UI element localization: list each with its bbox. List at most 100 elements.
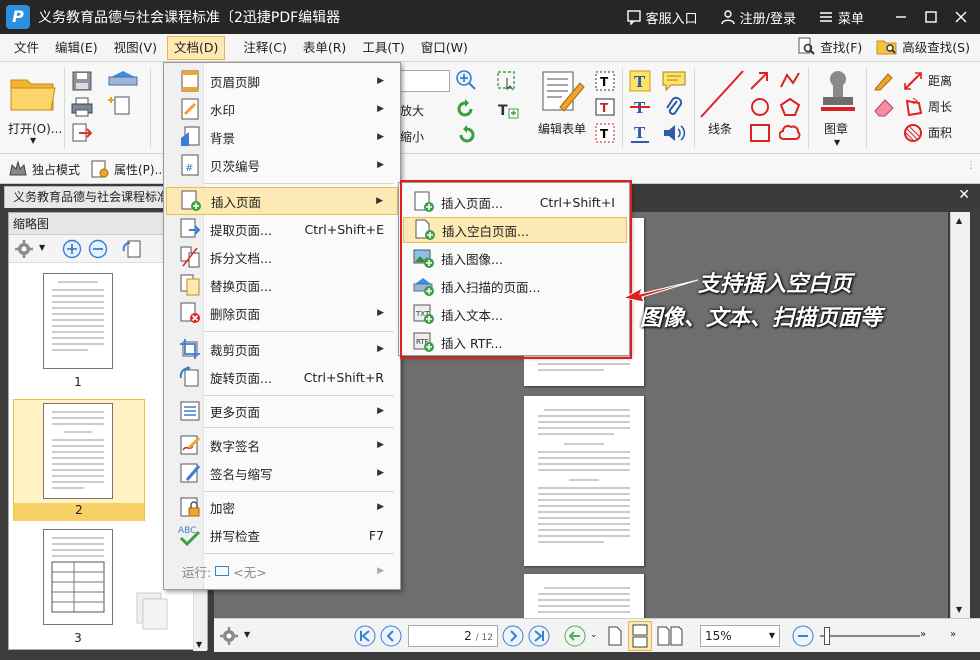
perimeter-label[interactable]: 周长 (928, 98, 952, 115)
thumb-zoom-out-icon[interactable] (87, 238, 109, 260)
continuous-view-button[interactable] (628, 621, 652, 651)
menu-watermark[interactable]: 水印 ▶ (166, 95, 398, 123)
thumbnail-options-icon[interactable] (13, 239, 35, 259)
single-page-view-button[interactable] (606, 625, 624, 647)
zoom-level-select[interactable]: 15% ▼ (700, 625, 780, 647)
menu-insert-pages[interactable]: 插入页面 ▶ (166, 187, 398, 215)
status-overflow-icon[interactable]: » (920, 629, 926, 640)
menu-crop-pages[interactable]: 裁剪页面 ▶ (166, 335, 398, 363)
polygon-tool[interactable] (778, 96, 802, 118)
arrow-tool[interactable] (748, 70, 772, 92)
page-number-input[interactable]: 2 / 12 (408, 625, 498, 647)
thumbnail-page-1[interactable] (43, 273, 113, 369)
maximize-button[interactable] (916, 0, 946, 34)
open-dropdown-icon[interactable]: ▼ (30, 136, 36, 145)
menu-rotate-pages[interactable]: 旋转页面... Ctrl+Shift+R (166, 363, 398, 391)
minimize-button[interactable] (886, 0, 916, 34)
customer-service-button[interactable]: 客服入口 (626, 8, 698, 27)
status-options-dropdown-icon[interactable]: ▼ (244, 630, 250, 639)
first-page-button[interactable] (354, 625, 376, 647)
ellipse-tool[interactable] (748, 96, 772, 118)
perimeter-tool-icon[interactable] (902, 96, 924, 118)
zoom-slider-handle[interactable] (824, 627, 830, 645)
distance-tool-icon[interactable] (902, 70, 924, 92)
advanced-find-button[interactable]: 高级查找(S) (876, 36, 970, 56)
area-tool-icon[interactable] (902, 122, 924, 144)
stamp-dropdown-icon[interactable]: ▼ (834, 138, 840, 147)
menu-comment[interactable]: 注释(C) (237, 36, 292, 60)
save-button[interactable] (70, 70, 94, 92)
document-tab[interactable]: 义务教育品德与社会课程标准 (4, 186, 179, 208)
sound-tool[interactable] (660, 122, 688, 144)
menu-file[interactable]: 文件 (8, 36, 45, 60)
zoom-in-label[interactable]: 放大 (400, 102, 424, 119)
menu-sign-initials[interactable]: 签名与缩写 ▶ (166, 459, 398, 487)
lines-label[interactable]: 线条 (708, 120, 732, 137)
export-button[interactable] (70, 122, 100, 144)
thumbnail-page-3[interactable] (43, 529, 113, 625)
properties-button[interactable]: 属性(P)... (114, 161, 166, 178)
typewriter-tool[interactable]: T (628, 70, 652, 92)
main-menu-button[interactable]: 菜单 (818, 8, 864, 27)
menu-delete-pages[interactable]: 删除页面 ▶ (166, 299, 398, 327)
edit-form-button[interactable] (538, 68, 588, 114)
menu-background[interactable]: 背景 ▶ (166, 123, 398, 151)
exclusive-mode-button[interactable]: 独占模式 (32, 161, 80, 178)
cloud-tool[interactable] (778, 122, 802, 144)
menu-more-pages[interactable]: 更多页面 ▶ (166, 397, 398, 425)
menu-header-footer[interactable]: 页眉页脚 ▶ (166, 67, 398, 95)
thumb-rotate-icon[interactable] (121, 238, 145, 260)
status-overflow-icon[interactable]: » (950, 629, 956, 640)
pencil-tool[interactable] (778, 70, 802, 92)
login-button[interactable]: 注册/登录 (720, 8, 796, 27)
scroll-up-icon[interactable]: ▲ (956, 216, 962, 225)
menu-encrypt[interactable]: 加密 ▶ (166, 493, 398, 521)
scan-button[interactable] (106, 68, 142, 90)
zoom-out-label[interactable]: 缩小 (400, 128, 424, 145)
rotate-right-button[interactable] (454, 124, 478, 146)
menu-view[interactable]: 视图(V) (108, 36, 163, 60)
new-doc-button[interactable] (106, 94, 142, 116)
status-options-icon[interactable] (218, 625, 240, 647)
thumb-zoom-in-icon[interactable] (61, 238, 83, 260)
pencil-draw-tool[interactable] (872, 70, 896, 92)
back-view-button[interactable] (564, 625, 586, 647)
document-scrollbar[interactable]: ▲ ▼ (950, 212, 970, 618)
history-dropdown-icon[interactable]: ⌄ (590, 630, 598, 640)
stamp-label[interactable]: 图章 (824, 120, 848, 137)
menu-window[interactable]: 窗口(W) (415, 36, 474, 60)
zoom-combo[interactable] (400, 70, 450, 92)
menu-spell-check[interactable]: ABC 拼写检查 F7 (166, 521, 398, 549)
text-area-tool[interactable]: T (594, 122, 616, 144)
rectangle-tool[interactable] (748, 122, 772, 144)
area-label[interactable]: 面积 (928, 124, 952, 141)
last-page-button[interactable] (528, 625, 550, 647)
menu-form[interactable]: 表单(R) (297, 36, 352, 60)
edit-form-label[interactable]: 编辑表单 (538, 120, 586, 137)
stamp-tool[interactable] (816, 68, 860, 116)
thumbnail-page-2[interactable] (43, 403, 113, 499)
menu-tools[interactable]: 工具(T) (356, 36, 410, 60)
options-dropdown-icon[interactable]: ▼ (39, 243, 45, 252)
line-tool[interactable] (698, 68, 746, 120)
print-button[interactable] (70, 96, 94, 118)
menu-split-document[interactable]: 拆分文档... (166, 243, 398, 271)
scroll-down-icon[interactable]: ▼ (956, 605, 962, 614)
strikeout-tool[interactable]: T (628, 96, 652, 118)
facing-view-button[interactable] (656, 625, 686, 647)
text-select-button[interactable]: T (494, 98, 522, 124)
attach-tool[interactable] (660, 96, 688, 118)
find-button[interactable]: 查找(F) (796, 36, 862, 56)
text-field-tool[interactable]: T (594, 70, 616, 92)
underline-tool[interactable]: T (628, 122, 652, 144)
menu-digital-signature[interactable]: 数字签名 ▶ (166, 431, 398, 459)
zoom-slider[interactable] (820, 627, 920, 645)
menu-edit[interactable]: 编辑(E) (49, 36, 104, 60)
rotate-left-button[interactable] (454, 98, 478, 120)
previous-page-button[interactable] (380, 625, 402, 647)
zoom-out-status-button[interactable] (792, 625, 814, 647)
select-tool-button[interactable] (494, 68, 520, 92)
note-tool[interactable] (660, 70, 688, 92)
next-page-button[interactable] (502, 625, 524, 647)
zoom-in-button[interactable] (454, 68, 478, 92)
